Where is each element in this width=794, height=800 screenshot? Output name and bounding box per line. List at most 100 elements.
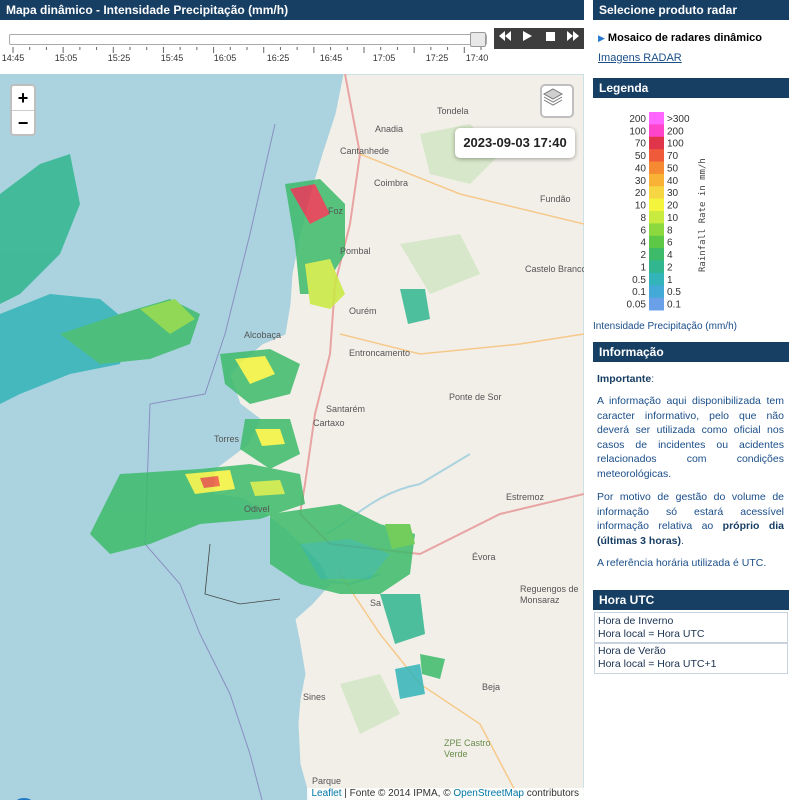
legend-left-value: 20 xyxy=(635,188,647,199)
map-panel-title: Mapa dinâmico - Intensidade Precipitação… xyxy=(0,0,584,20)
legend-left-value: 30 xyxy=(635,176,647,187)
tick-label: 16:45 xyxy=(319,53,343,63)
zoom-in-button[interactable]: + xyxy=(12,86,34,110)
legend-left-value: 4 xyxy=(640,238,646,249)
info-paragraph-2: Por motivo de gestão do volume de inform… xyxy=(597,490,784,548)
utc-winter-value: Hora local = Hora UTC xyxy=(598,628,705,640)
map-label-alcobaca: Alcobaça xyxy=(244,330,282,340)
tick-label: 17:05 xyxy=(372,53,396,63)
legend-right-value: 4 xyxy=(667,250,673,261)
map-label-santarem: Santarém xyxy=(326,404,366,414)
utc-summer-title: Hora de Verão xyxy=(598,645,666,657)
map-label-ponte-de-sor: Ponte de Sor xyxy=(449,392,502,402)
openstreetmap-link[interactable]: OpenStreetMap xyxy=(453,788,524,799)
maritime-boundary xyxy=(204,543,281,605)
legend-color-band xyxy=(649,136,664,150)
zoom-control: + − xyxy=(10,84,36,136)
legend-left-value: 0.1 xyxy=(632,287,646,298)
map-label-sa: Sa xyxy=(370,598,382,608)
legend-right-value: 50 xyxy=(667,163,679,174)
info-important: Importante: xyxy=(597,372,784,387)
play-icon[interactable] xyxy=(519,28,537,49)
info-p2-end: . xyxy=(681,534,684,547)
playback-controls xyxy=(494,28,584,49)
leaflet-link[interactable]: Leaflet xyxy=(312,788,342,799)
legend-color-band xyxy=(649,173,664,187)
important-colon: : xyxy=(651,373,655,385)
legend-left-value: 50 xyxy=(635,151,647,162)
legend-color-band xyxy=(649,186,664,200)
tick-label: 17:25 xyxy=(425,53,449,63)
map-label-reguengos: Reguengos de Monsaraz xyxy=(520,584,579,605)
legend-color-band xyxy=(649,285,664,299)
legend-color-band xyxy=(649,211,664,224)
legend-rate-label: Rainfall Rate in mm/h xyxy=(698,158,708,272)
tick-label: 14:45 xyxy=(1,53,25,63)
map-label-fundao: Fundão xyxy=(540,194,571,204)
legend-color-band xyxy=(649,297,664,311)
radar-map[interactable]: Tondela Anadia Cantanhede Coimbra Fundão… xyxy=(0,74,584,800)
map-label-sines: Sines xyxy=(303,692,326,702)
layers-button[interactable] xyxy=(540,84,574,118)
legend-color-band xyxy=(649,112,664,125)
right-sidebar: Selecione produto radar ▶ Mosaico de rada… xyxy=(593,0,789,800)
tick-label: 16:25 xyxy=(266,53,290,63)
rewind-icon[interactable] xyxy=(496,28,514,49)
legend-scale: 200100705040302010864210.50.10.05 >30020… xyxy=(627,112,708,311)
utc-winter-box: Hora de Inverno Hora local = Hora UTC xyxy=(594,612,788,644)
utc-header: Hora UTC xyxy=(593,590,789,610)
legend-left-value: 70 xyxy=(635,139,647,150)
legend-left-value: 6 xyxy=(640,225,646,236)
legend-left-value: 1 xyxy=(640,262,646,273)
map-label-cartaxo: Cartaxo xyxy=(313,418,345,428)
legend-left-value: 40 xyxy=(635,163,647,174)
map-label-tondela: Tondela xyxy=(437,106,469,116)
legend-color-band xyxy=(649,272,664,286)
map-attribution: Leaflet | Fonte © 2014 IPMA, © OpenStree… xyxy=(306,788,584,800)
timeline: 14:45 15:05 15:25 15:45 16:05 16:25 16:4… xyxy=(0,20,584,74)
fast-forward-icon[interactable] xyxy=(564,28,582,49)
map-label-pombal: Pombal xyxy=(340,246,371,256)
legend-right-value: 40 xyxy=(667,176,679,187)
radar-echo xyxy=(0,154,80,304)
timeline-slider-track[interactable] xyxy=(9,34,487,45)
legend-left-value: 10 xyxy=(635,201,647,212)
map-label-parque: Parque xyxy=(312,776,342,786)
selected-arrow-icon: ▶ xyxy=(598,33,605,43)
map-label-anadia: Anadia xyxy=(375,124,404,134)
legend-left-value: 200 xyxy=(629,114,646,125)
tick-label: 16:05 xyxy=(213,53,237,63)
tick-label: 15:25 xyxy=(107,53,131,63)
tick-label: 15:45 xyxy=(160,53,184,63)
map-label-figueira: Foz xyxy=(328,206,344,216)
legend-right-value: 0.1 xyxy=(667,300,681,311)
legend-right-value: 6 xyxy=(667,238,673,249)
legend-left-value: 8 xyxy=(640,213,646,224)
zoom-out-button[interactable]: − xyxy=(12,110,34,134)
radar-images-link[interactable]: Imagens RADAR xyxy=(598,52,682,64)
legend-color-band xyxy=(649,149,664,162)
legend-right-value: 30 xyxy=(667,188,679,199)
legend-left-value: 0.5 xyxy=(632,275,646,286)
radar-echo xyxy=(395,664,425,699)
legend-right-value: 2 xyxy=(667,262,673,273)
map-label-beja: Beja xyxy=(482,682,501,692)
legend-color-band xyxy=(649,161,664,175)
stop-icon[interactable] xyxy=(541,28,559,49)
legend-left-value: 100 xyxy=(629,126,646,137)
product-item-label: Mosaico de radares dinâmico xyxy=(607,32,762,44)
legend-color-band xyxy=(649,198,664,212)
product-item-mosaic[interactable]: ▶ Mosaico de radares dinâmico xyxy=(598,32,762,44)
timeline-slider-handle[interactable] xyxy=(470,32,486,47)
map-label-ourem: Ourém xyxy=(349,306,377,316)
utc-summer-value: Hora local = Hora UTC+1 xyxy=(598,658,717,670)
map-label-cantanhede: Cantanhede xyxy=(340,146,390,156)
legend-caption: Intensidade Precipitação (mm/h) xyxy=(593,321,737,332)
legend-right-value: 20 xyxy=(667,201,679,212)
map-label-entroncamento: Entroncamento xyxy=(349,348,411,358)
layers-icon xyxy=(542,88,564,106)
timeline-ticks xyxy=(12,47,482,53)
legend-right-value: 1 xyxy=(667,275,673,286)
map-label-coimbra: Coimbra xyxy=(374,178,409,188)
info-paragraph-1: A informação aqui disponibilizada tem ca… xyxy=(597,395,784,480)
